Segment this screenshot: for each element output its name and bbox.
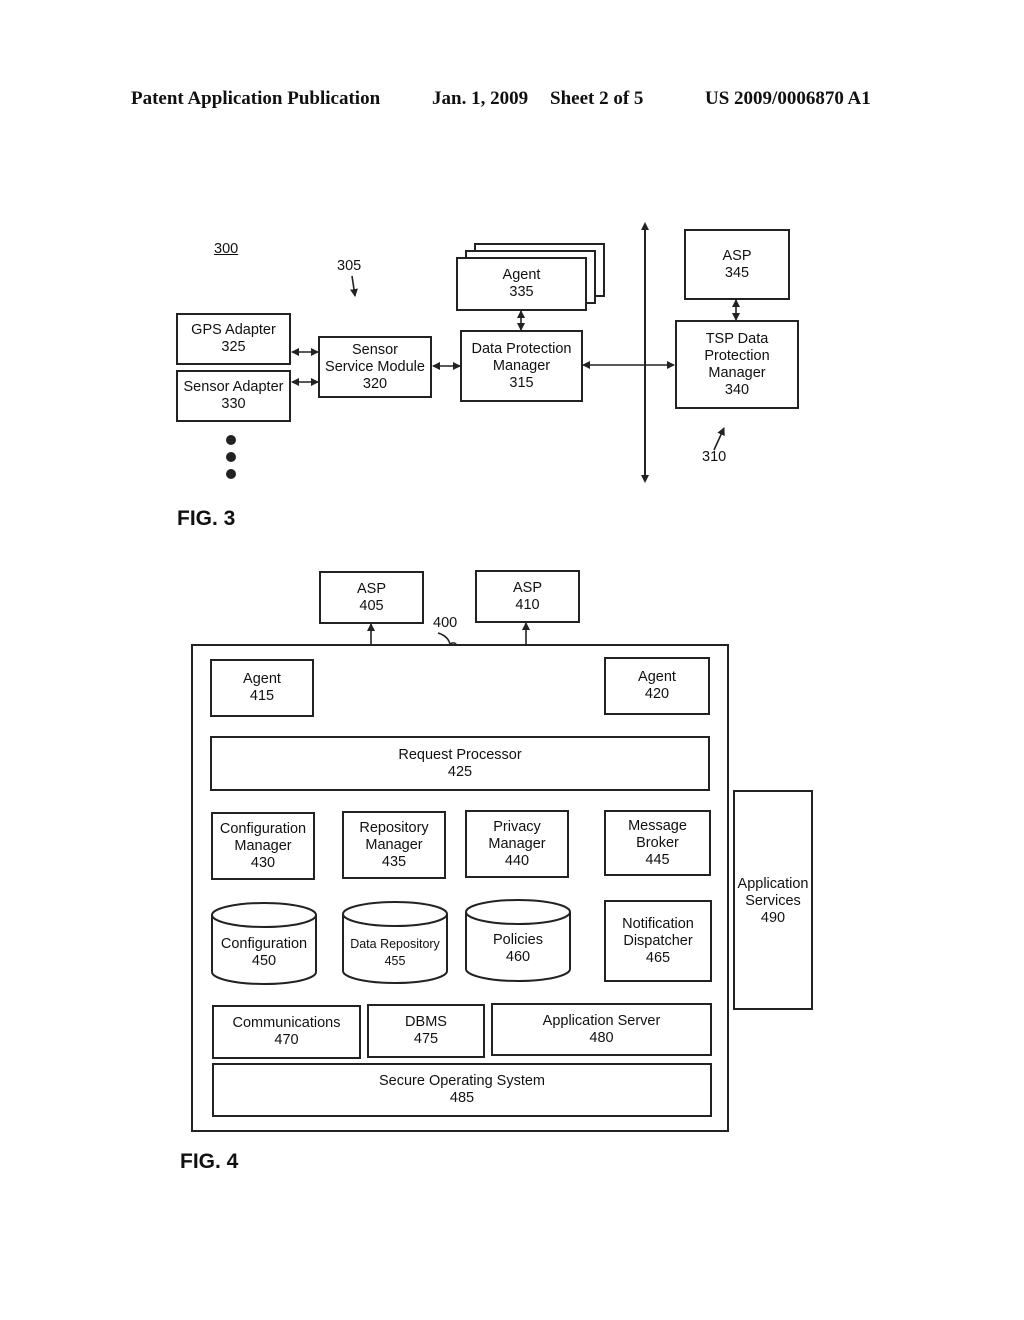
publication-title: Patent Application Publication xyxy=(131,88,381,109)
data-protection-manager-block: Data Protection Manager 315 xyxy=(460,330,583,402)
ref-310: 310 xyxy=(702,449,727,465)
configuration-database: Configuration 450 xyxy=(211,902,317,986)
ref-400: 400 xyxy=(433,615,458,631)
asp-410-block: ASP 410 xyxy=(475,570,580,623)
ellipsis-dot xyxy=(226,469,236,479)
fig4-caption: FIG. 4 xyxy=(180,1150,239,1173)
sensor-adapter-block: Sensor Adapter 330 xyxy=(176,370,291,422)
application-services-block: Application Services 490 xyxy=(733,790,813,1010)
agent-335-block: Agent 335 xyxy=(456,257,587,311)
sheet-number: Sheet 2 of 5 xyxy=(550,88,644,109)
application-server-block: Application Server 480 xyxy=(491,1003,712,1056)
policies-database: Policies 460 xyxy=(465,899,571,983)
data-repository-database: Data Repository 455 xyxy=(342,901,448,985)
request-processor-block: Request Processor 425 xyxy=(210,736,710,791)
ellipsis-dot xyxy=(226,435,236,445)
fig3-caption: FIG. 3 xyxy=(177,507,236,530)
ref-305: 305 xyxy=(337,258,362,274)
secure-operating-system-block: Secure Operating System 485 xyxy=(212,1063,712,1117)
ref-300: 300 xyxy=(214,241,239,257)
gps-adapter-block: GPS Adapter 325 xyxy=(176,313,291,365)
tsp-data-protection-manager-block: TSP Data Protection Manager 340 xyxy=(675,320,799,409)
ellipsis-dot xyxy=(226,452,236,462)
agent-415-block: Agent 415 xyxy=(210,659,314,717)
asp-345-block: ASP 345 xyxy=(684,229,790,300)
communications-block: Communications 470 xyxy=(212,1005,361,1059)
dbms-block: DBMS 475 xyxy=(367,1004,485,1058)
message-broker-block: Message Broker 445 xyxy=(604,810,711,876)
agent-420-block: Agent 420 xyxy=(604,657,710,715)
repository-manager-block: Repository Manager 435 xyxy=(342,811,446,879)
sensor-service-module-block: Sensor Service Module 320 xyxy=(318,336,432,398)
publication-date: Jan. 1, 2009 xyxy=(432,88,529,109)
patent-number: US 2009/0006870 A1 xyxy=(705,88,871,109)
privacy-manager-block: Privacy Manager 440 xyxy=(465,810,569,878)
asp-405-block: ASP 405 xyxy=(319,571,424,624)
notification-dispatcher-block: Notification Dispatcher 465 xyxy=(604,900,712,982)
configuration-manager-block: Configuration Manager 430 xyxy=(211,812,315,880)
